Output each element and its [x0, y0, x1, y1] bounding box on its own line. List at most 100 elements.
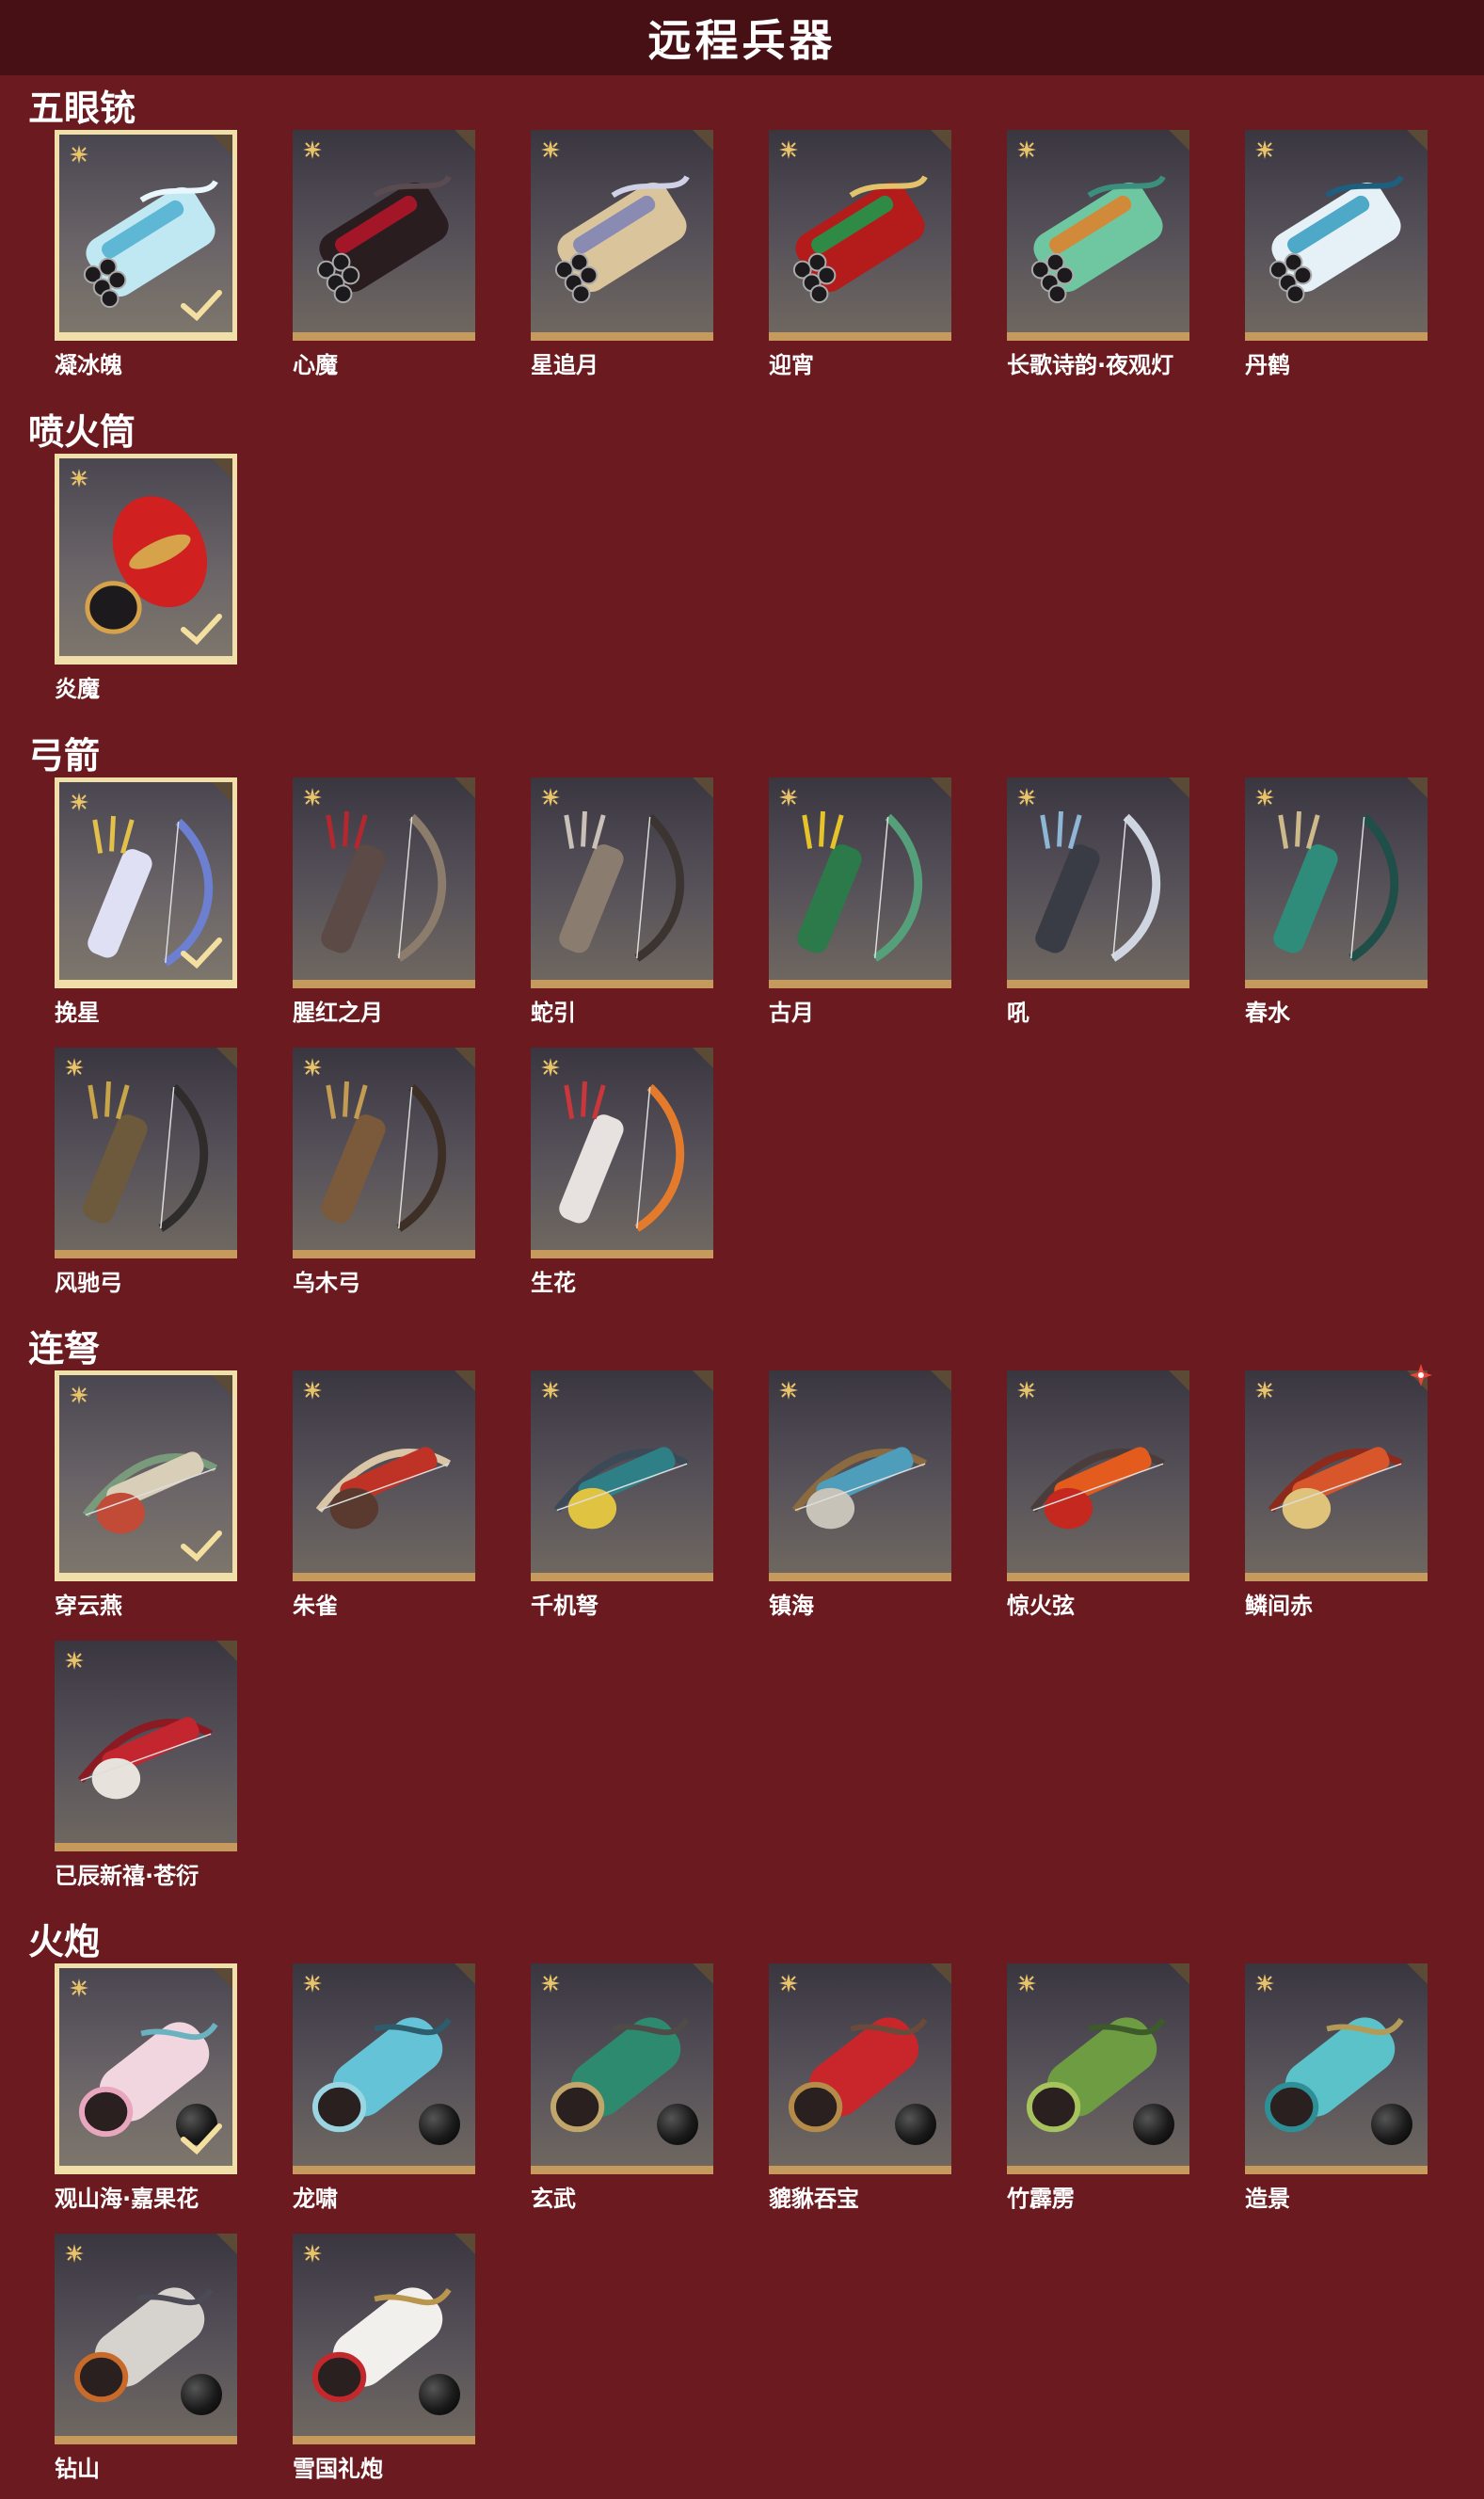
- weapon-card[interactable]: 腥红之月: [293, 777, 475, 1027]
- weapon-thumbnail[interactable]: [531, 1963, 713, 2174]
- weapon-art: [316, 175, 452, 304]
- weapon-card[interactable]: 惊火弦: [1007, 1370, 1189, 1620]
- weapon-name: 乌木弓: [293, 1270, 360, 1296]
- weapon-card[interactable]: 凝冰魄: [55, 130, 237, 379]
- weapon-thumbnail[interactable]: [293, 1370, 475, 1581]
- corner-tab-icon: [1407, 777, 1428, 798]
- weapon-thumbnail[interactable]: [531, 777, 713, 988]
- weapon-thumbnail[interactable]: [55, 2234, 237, 2444]
- weapon-thumbnail[interactable]: [293, 777, 475, 988]
- weapon-card[interactable]: 貔貅吞宝: [769, 1963, 951, 2213]
- weapon-thumbnail[interactable]: [1007, 130, 1189, 341]
- weapon-name: 挽星: [55, 1000, 100, 1026]
- corner-tab-icon: [931, 1370, 951, 1391]
- weapon-card[interactable]: 古月: [769, 777, 951, 1027]
- rarity-star-icon: [541, 788, 560, 807]
- check-icon: [181, 290, 222, 322]
- section-title: 五眼铳: [28, 88, 136, 129]
- section-title: 连弩: [28, 1328, 101, 1370]
- weapon-card[interactable]: 迎宵: [769, 130, 951, 379]
- weapon-thumbnail[interactable]: [1007, 777, 1189, 988]
- weapon-name: 造景: [1245, 2186, 1290, 2212]
- weapon-card[interactable]: 龙啸: [293, 1963, 475, 2213]
- weapon-name: 钻山: [55, 2456, 100, 2482]
- rarity-star-icon: [1017, 1974, 1036, 1993]
- weapon-thumbnail[interactable]: [55, 1048, 237, 1258]
- rarity-star-icon: [779, 1381, 798, 1400]
- check-icon: [181, 614, 222, 646]
- rarity-star-icon: [303, 1058, 322, 1077]
- weapon-card[interactable]: 千机弩: [531, 1370, 713, 1620]
- weapon-card[interactable]: 竹霹雳: [1007, 1963, 1189, 2213]
- weapon-card[interactable]: 星追月: [531, 130, 713, 379]
- weapon-card[interactable]: 玄武: [531, 1963, 713, 2213]
- weapon-card[interactable]: 长歌诗韵·夜观灯: [1007, 130, 1189, 379]
- weapon-art: [83, 1081, 209, 1232]
- rarity-star-icon: [70, 469, 88, 488]
- weapon-name: 雪国礼炮: [293, 2456, 383, 2482]
- weapon-card[interactable]: 蛇引: [531, 777, 713, 1027]
- weapon-card[interactable]: 挽星: [55, 777, 237, 1027]
- weapon-card[interactable]: 乌木弓: [293, 1048, 475, 1297]
- weapon-art: [792, 175, 928, 304]
- corner-tab-icon: [212, 1968, 232, 1989]
- corner-tab-icon: [931, 1963, 951, 1984]
- weapon-card[interactable]: 观山海·嘉果花: [55, 1963, 237, 2213]
- weapon-card[interactable]: 已辰新禧·苍衍: [55, 1641, 237, 1890]
- weapon-thumbnail[interactable]: [293, 1963, 475, 2174]
- rarity-star-icon: [70, 1386, 88, 1404]
- weapon-thumbnail[interactable]: [293, 1048, 475, 1258]
- weapon-thumbnail[interactable]: [55, 1370, 237, 1581]
- corner-tab-icon: [455, 1963, 475, 1984]
- weapon-thumbnail[interactable]: [55, 130, 237, 341]
- weapon-thumbnail[interactable]: [769, 777, 951, 988]
- weapon-thumbnail[interactable]: [769, 1370, 951, 1581]
- weapon-card[interactable]: 钻山: [55, 2234, 237, 2483]
- weapon-thumbnail[interactable]: [1245, 777, 1428, 988]
- weapon-thumbnail[interactable]: [293, 130, 475, 341]
- section-title: 弓箭: [28, 735, 101, 777]
- weapon-art: [559, 1081, 685, 1232]
- weapon-thumbnail[interactable]: [1245, 1963, 1428, 2174]
- weapon-name: 朱雀: [293, 1593, 338, 1619]
- weapon-card[interactable]: 朱雀: [293, 1370, 475, 1620]
- weapon-card[interactable]: 生花: [531, 1048, 713, 1297]
- rarity-star-icon: [65, 2244, 84, 2263]
- weapon-thumbnail[interactable]: [531, 1048, 713, 1258]
- rarity-star-icon: [541, 1058, 560, 1077]
- weapon-card[interactable]: 心魔: [293, 130, 475, 379]
- weapon-card[interactable]: 炎魔: [55, 454, 237, 703]
- weapon-thumbnail[interactable]: [1007, 1963, 1189, 2174]
- weapon-thumbnail[interactable]: [293, 2234, 475, 2444]
- weapon-name: 千机弩: [531, 1593, 598, 1619]
- weapon-card[interactable]: 镇海: [769, 1370, 951, 1620]
- weapon-thumbnail[interactable]: [769, 1963, 951, 2174]
- corner-tab-icon: [212, 135, 232, 155]
- rarity-star-icon: [70, 793, 88, 811]
- weapon-card[interactable]: 吼: [1007, 777, 1189, 1027]
- weapon-art: [553, 1447, 690, 1530]
- weapon-thumbnail[interactable]: [55, 454, 237, 665]
- weapon-thumbnail[interactable]: [55, 1641, 237, 1851]
- weapon-card[interactable]: 丹鹤: [1245, 130, 1428, 379]
- weapon-card[interactable]: 春水: [1245, 777, 1428, 1027]
- weapon-thumbnail[interactable]: [769, 130, 951, 341]
- weapon-thumbnail[interactable]: [1007, 1370, 1189, 1581]
- weapon-thumbnail[interactable]: [55, 1963, 237, 2174]
- corner-tab-icon: [455, 1048, 475, 1068]
- weapon-thumbnail[interactable]: [531, 1370, 713, 1581]
- weapon-card[interactable]: 风驰弓: [55, 1048, 237, 1297]
- weapon-card[interactable]: 造景: [1245, 1963, 1428, 2213]
- weapon-card[interactable]: 雪国礼炮: [293, 2234, 475, 2483]
- weapon-card[interactable]: 鳞间赤: [1245, 1364, 1432, 1620]
- corner-tab-icon: [1169, 1370, 1189, 1391]
- weapon-name: 古月: [769, 1000, 814, 1026]
- corner-tab-icon: [212, 1375, 232, 1396]
- weapon-thumbnail[interactable]: [55, 777, 237, 988]
- weapon-thumbnail[interactable]: [1245, 130, 1428, 341]
- corner-tab-icon: [693, 1963, 713, 1984]
- weapon-card[interactable]: 穿云燕: [55, 1370, 237, 1620]
- rarity-star-icon: [65, 1058, 84, 1077]
- weapon-thumbnail[interactable]: [1245, 1370, 1428, 1581]
- weapon-thumbnail[interactable]: [531, 130, 713, 341]
